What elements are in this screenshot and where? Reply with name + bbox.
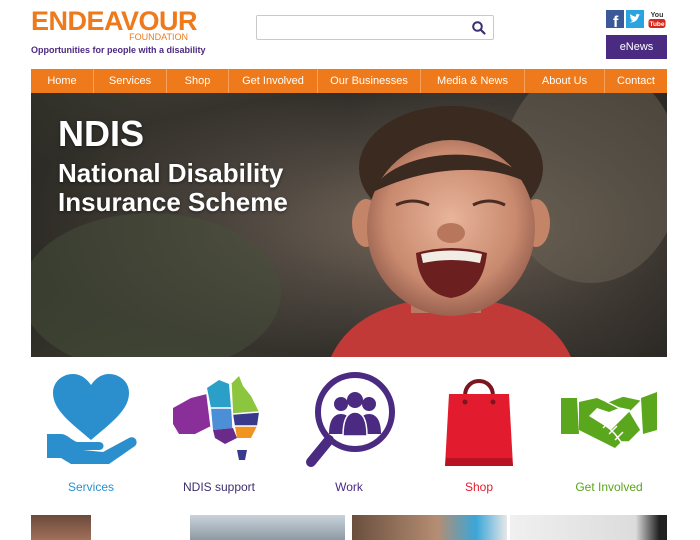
twitter-icon[interactable] — [626, 10, 644, 28]
search-input[interactable] — [261, 19, 461, 36]
hero-title: NDIS — [58, 113, 145, 154]
hero-subtitle-line2: Insurance Scheme — [58, 187, 288, 217]
handshake-icon — [561, 392, 657, 448]
nav-item-shop[interactable]: Shop — [167, 69, 229, 93]
australia-map-icon — [173, 376, 260, 460]
tile-label-work: Work — [335, 480, 363, 494]
promo-image-2[interactable] — [190, 515, 345, 540]
nav-item-home[interactable]: Home — [31, 69, 94, 93]
shopping-bag-icon — [445, 379, 513, 466]
youtube-icon[interactable]: You Tube — [648, 10, 666, 28]
tile-label-services: Services — [67, 480, 114, 494]
nav-item-contact[interactable]: Contact — [605, 69, 667, 93]
logo-tagline: Opportunities for people with a disabili… — [31, 45, 206, 55]
main-nav: Home Services Shop Get Involved Our Busi… — [31, 69, 667, 93]
hero-banner[interactable]: NDIS National Disability Insurance Schem… — [31, 93, 667, 357]
tile-label-shop: Shop — [464, 480, 494, 494]
site-logo[interactable]: ENDEAVOUR FOUNDATION Opportunities for p… — [31, 6, 206, 55]
promo-image-1[interactable] — [31, 515, 91, 540]
nav-item-media-news[interactable]: Media & News — [421, 69, 525, 93]
nav-item-services[interactable]: Services — [94, 69, 167, 93]
heart-hand-icon — [47, 374, 137, 464]
enews-button[interactable]: eNews — [606, 35, 667, 59]
promo-image-3[interactable] — [352, 515, 507, 540]
nav-item-about-us[interactable]: About Us — [525, 69, 605, 93]
svg-text:f: f — [613, 14, 619, 28]
nav-item-get-involved[interactable]: Get Involved — [229, 69, 318, 93]
nav-item-our-businesses[interactable]: Our Businesses — [318, 69, 421, 93]
tile-label-ndis-support: NDIS support — [182, 480, 256, 494]
tile-label-get-involved: Get Involved — [575, 480, 643, 494]
people-magnifier-icon — [306, 372, 395, 467]
search-box — [256, 15, 494, 40]
service-tiles: Services NDIS support Work Shop Get Invo… — [31, 368, 671, 498]
hero-subtitle: National Disability Insurance Scheme — [58, 159, 348, 217]
tile-get-involved[interactable]: Get Involved — [549, 368, 669, 498]
youtube-label-top: You — [651, 12, 664, 19]
tile-shop[interactable]: Shop — [419, 368, 539, 498]
tile-work[interactable]: Work — [289, 368, 409, 498]
facebook-icon[interactable]: f — [606, 10, 624, 31]
promo-image-4[interactable] — [510, 515, 667, 540]
hero-subtitle-line1: National Disability — [58, 158, 284, 188]
youtube-label-bottom: Tube — [649, 21, 664, 28]
search-icon[interactable] — [471, 20, 487, 36]
tile-services[interactable]: Services — [31, 368, 151, 498]
tile-ndis-support[interactable]: NDIS support — [159, 368, 279, 498]
logo-wordmark: ENDEAVOUR — [31, 6, 198, 36]
